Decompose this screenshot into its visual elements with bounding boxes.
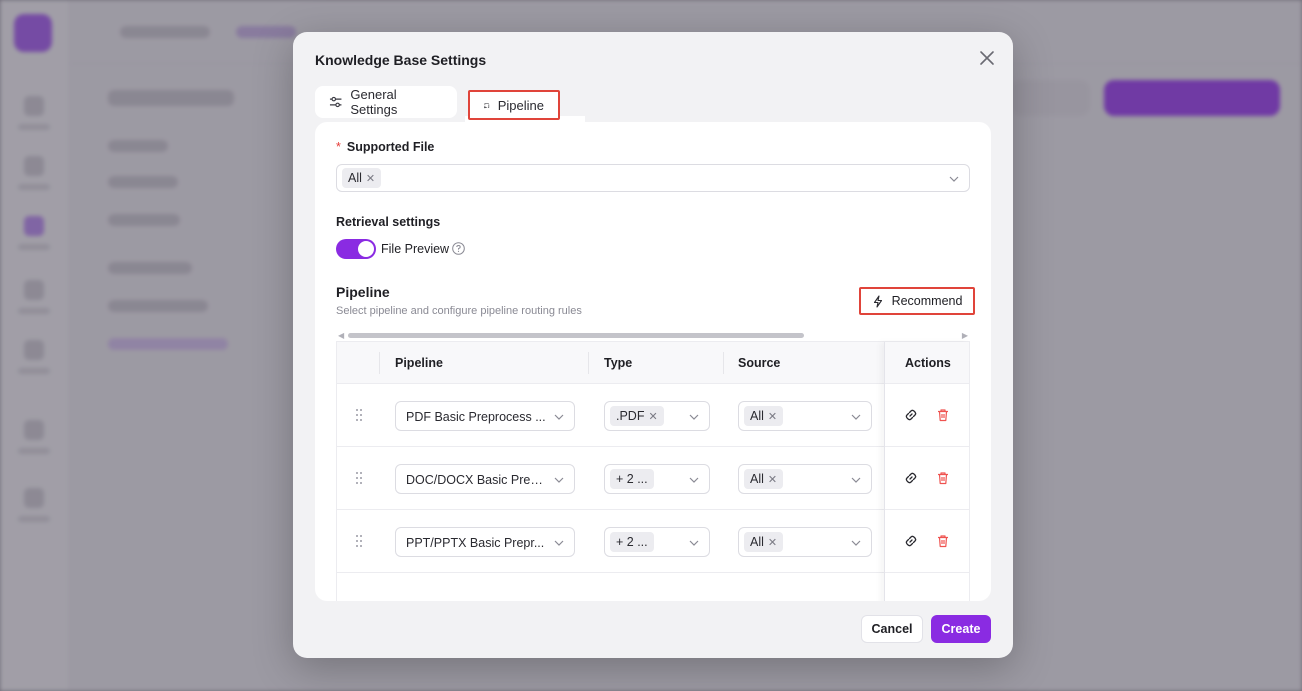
help-icon[interactable] [452,242,465,255]
file-preview-toggle[interactable] [336,239,376,259]
chevron-down-icon [949,176,959,182]
scroll-right-icon[interactable]: ▶ [962,331,968,340]
tab-label: General Settings [350,87,398,117]
scrollbar-thumb[interactable] [348,333,804,338]
pipeline-section-subtitle: Select pipeline and configure pipeline r… [336,305,582,317]
source-tag: All ✕ [744,532,784,552]
source-tag: All ✕ [744,469,784,489]
sliders-icon [329,96,342,108]
column-divider [723,352,724,374]
required-asterisk: * [336,140,341,154]
pipeline-icon [484,102,490,108]
chevron-down-icon [554,414,564,420]
create-button[interactable]: Create [931,615,991,643]
chevron-down-icon [554,477,564,483]
cancel-button[interactable]: Cancel [861,615,923,643]
source-select[interactable]: All ✕ [738,527,872,557]
supported-file-label: * Supported File [336,140,435,154]
drag-handle-icon[interactable] [354,471,364,485]
remove-tag-icon[interactable]: ✕ [768,536,777,549]
header-source: Source [738,356,781,370]
source-select[interactable]: All ✕ [738,464,872,494]
remove-tag-icon[interactable]: ✕ [768,473,777,486]
source-tag: All ✕ [744,406,784,426]
pipeline-section-title: Pipeline [336,284,390,300]
chevron-down-icon [851,414,861,420]
type-select[interactable]: + 2 ... [604,464,710,494]
tab-pipeline[interactable]: Pipeline [468,90,560,120]
pipeline-table: Pipeline Type Source Actions PDF Basic P… [336,341,970,601]
type-select[interactable]: + 2 ... [604,527,710,557]
chevron-down-icon [851,477,861,483]
modal-title: Knowledge Base Settings [315,52,487,68]
recommend-button[interactable]: Recommend [859,287,975,315]
table-row: PDF Basic Preprocess ... .PDF ✕ All ✕ [337,384,969,447]
column-divider [379,352,380,374]
chevron-down-icon [689,414,699,420]
type-tag: + 2 ... [610,532,654,552]
type-tag: + 2 ... [610,469,654,489]
scroll-left-icon[interactable]: ◀ [338,331,344,340]
drag-handle-icon[interactable] [354,408,364,422]
table-row: PPT/PPTX Basic Prepr... + 2 ... All ✕ [337,510,969,573]
table-horizontal-scrollbar[interactable]: ◀ ▶ [336,331,970,341]
column-divider [588,352,589,374]
tab-label: Pipeline [497,97,544,113]
lightning-icon [873,294,882,308]
chevron-down-icon [851,540,861,546]
supported-file-select[interactable]: All ✕ [336,164,970,192]
pipeline-select[interactable]: PPT/PPTX Basic Prepr... [395,527,575,557]
type-tag: .PDF ✕ [610,406,664,426]
close-icon[interactable] [977,48,997,68]
header-pipeline: Pipeline [395,356,443,370]
pipeline-select[interactable]: PDF Basic Preprocess ... [395,401,575,431]
retrieval-settings-label: Retrieval settings [336,215,441,229]
remove-tag-icon[interactable]: ✕ [648,410,657,423]
pipeline-panel: * Supported File All ✕ Retrieval settings… [315,122,991,601]
chevron-down-icon [554,540,564,546]
file-preview-label: File Preview [381,242,450,256]
source-select[interactable]: All ✕ [738,401,872,431]
type-select[interactable]: .PDF ✕ [604,401,710,431]
pipeline-select[interactable]: DOC/DOCX Basic Prepr... [395,464,575,494]
actions-column-divider [884,342,970,601]
remove-tag-icon[interactable]: ✕ [366,172,375,185]
drag-handle-icon[interactable] [354,534,364,548]
table-header: Pipeline Type Source Actions [337,342,969,384]
table-row: DOC/DOCX Basic Prepr... + 2 ... All ✕ [337,447,969,510]
chevron-down-icon [689,540,699,546]
tab-general-settings[interactable]: General Settings [315,86,457,118]
file-type-tag: All ✕ [342,168,382,188]
chevron-down-icon [689,477,699,483]
remove-tag-icon[interactable]: ✕ [768,410,777,423]
knowledge-base-settings-modal: Knowledge Base Settings General Settings… [293,32,1013,658]
header-type: Type [604,356,633,370]
